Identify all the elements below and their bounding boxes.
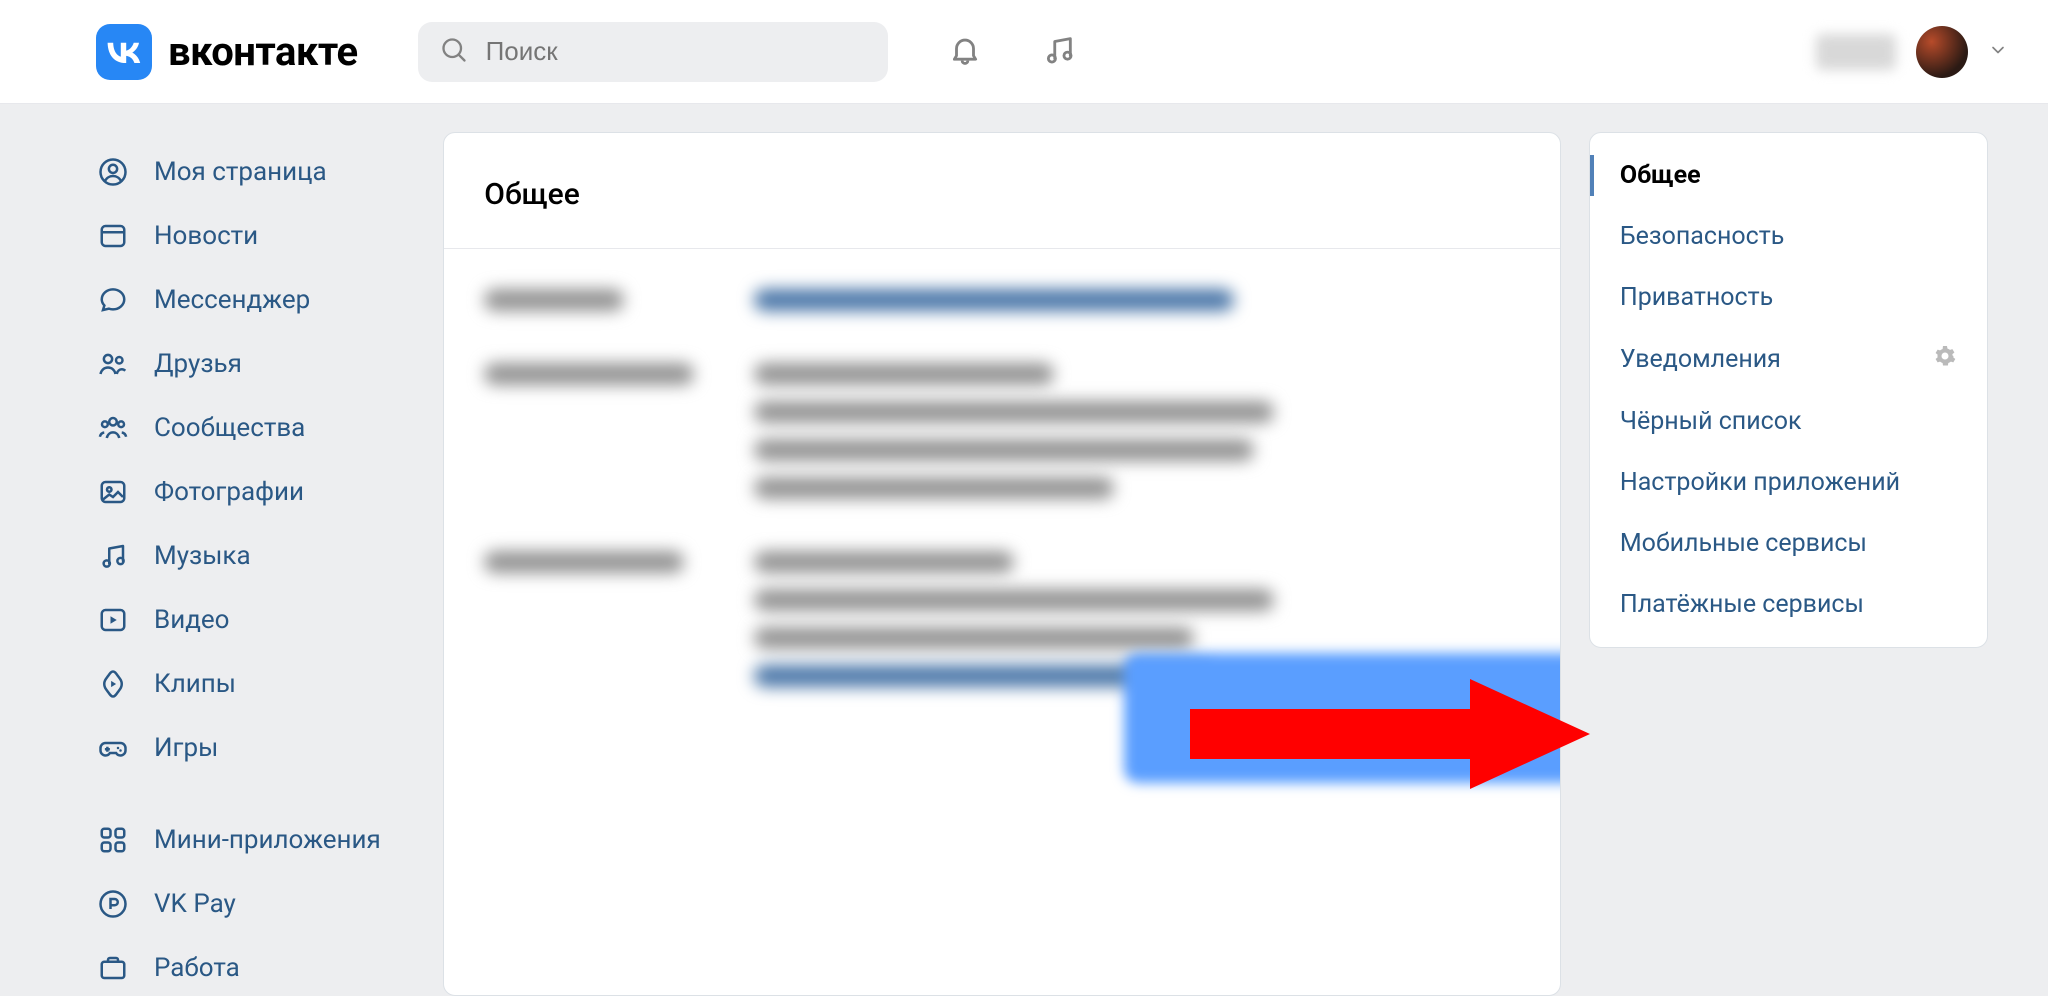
username-obscured [1816,34,1896,70]
nav-clips[interactable]: Клипы [96,656,415,712]
notifications-icon[interactable] [948,33,982,71]
nav-label: Видео [154,605,230,635]
nav-news[interactable]: Новости [96,208,415,264]
logo[interactable]: вконтакте [96,24,358,80]
avatar [1916,26,1968,78]
music-icon[interactable] [1042,33,1076,71]
settings-tab-label: Чёрный список [1620,407,1802,436]
settings-panel: Общее [443,132,1561,996]
settings-tab-payment-services[interactable]: Платёжные сервисы [1590,574,1987,635]
nav-label: VK Pay [154,889,236,919]
nav-video[interactable]: Видео [96,592,415,648]
nav-label: Новости [154,221,258,251]
search-box[interactable] [418,22,888,82]
settings-tab-label: Мобильные сервисы [1620,529,1867,558]
nav-communities[interactable]: Сообщества [96,400,415,456]
settings-tab-label: Общее [1620,161,1701,190]
settings-tab-label: Настройки приложений [1620,468,1900,497]
messenger-icon [96,285,130,315]
miniapps-icon [96,825,130,855]
brand-text: вконтакте [168,28,358,75]
nav-photos[interactable]: Фотографии [96,464,415,520]
nav-vkpay[interactable]: VK Pay [96,876,415,932]
nav-messenger[interactable]: Мессенджер [96,272,415,328]
nav-games[interactable]: Игры [96,720,415,776]
vkpay-icon [96,889,130,919]
left-nav: Моя страница Новости Мессенджер Друзья [96,132,415,996]
friends-icon [96,349,130,379]
settings-tab-label: Платёжные сервисы [1620,590,1864,619]
settings-tab-label: Безопасность [1620,222,1784,251]
nav-work[interactable]: Работа [96,940,415,996]
nav-label: Сообщества [154,413,305,443]
nav-music[interactable]: Музыка [96,528,415,584]
search-input[interactable] [486,36,866,67]
settings-tab-notifications[interactable]: Уведомления [1590,328,1987,391]
vk-logo-icon [96,24,152,80]
settings-nav: Общее Безопасность Приватность Уведомлен… [1589,132,1988,648]
nav-label: Фотографии [154,477,304,507]
top-header: вконтакте [0,0,2048,104]
settings-tab-app-settings[interactable]: Настройки приложений [1590,452,1987,513]
settings-tab-label: Приватность [1620,283,1773,312]
page-title: Общее [484,177,1520,212]
settings-tab-label: Уведомления [1620,345,1781,374]
profile-icon [96,157,130,187]
video-icon [96,605,130,635]
games-icon [96,733,130,763]
communities-icon [96,413,130,443]
settings-tab-privacy[interactable]: Приватность [1590,267,1987,328]
nav-label: Моя страница [154,157,327,187]
nav-friends[interactable]: Друзья [96,336,415,392]
settings-tab-mobile-services[interactable]: Мобильные сервисы [1590,513,1987,574]
settings-tab-security[interactable]: Безопасность [1590,206,1987,267]
tooltip-blurred [1124,653,1561,783]
clips-icon [96,669,130,699]
music-nav-icon [96,541,130,571]
nav-label: Игры [154,733,218,763]
nav-label: Мессенджер [154,285,310,315]
work-icon [96,953,130,983]
settings-tab-general[interactable]: Общее [1590,145,1987,206]
nav-miniapps[interactable]: Мини-приложения [96,812,415,868]
nav-my-page[interactable]: Моя страница [96,144,415,200]
nav-label: Мини-приложения [154,825,381,855]
gear-icon[interactable] [1933,344,1957,375]
search-icon [440,36,468,68]
nav-label: Музыка [154,541,251,571]
nav-label: Клипы [154,669,236,699]
chevron-down-icon [1988,40,2008,64]
settings-tab-blacklist[interactable]: Чёрный список [1590,391,1987,452]
nav-label: Друзья [154,349,242,379]
photos-icon [96,477,130,507]
news-icon [96,221,130,251]
nav-label: Работа [154,953,240,983]
account-menu[interactable] [1816,26,2008,78]
